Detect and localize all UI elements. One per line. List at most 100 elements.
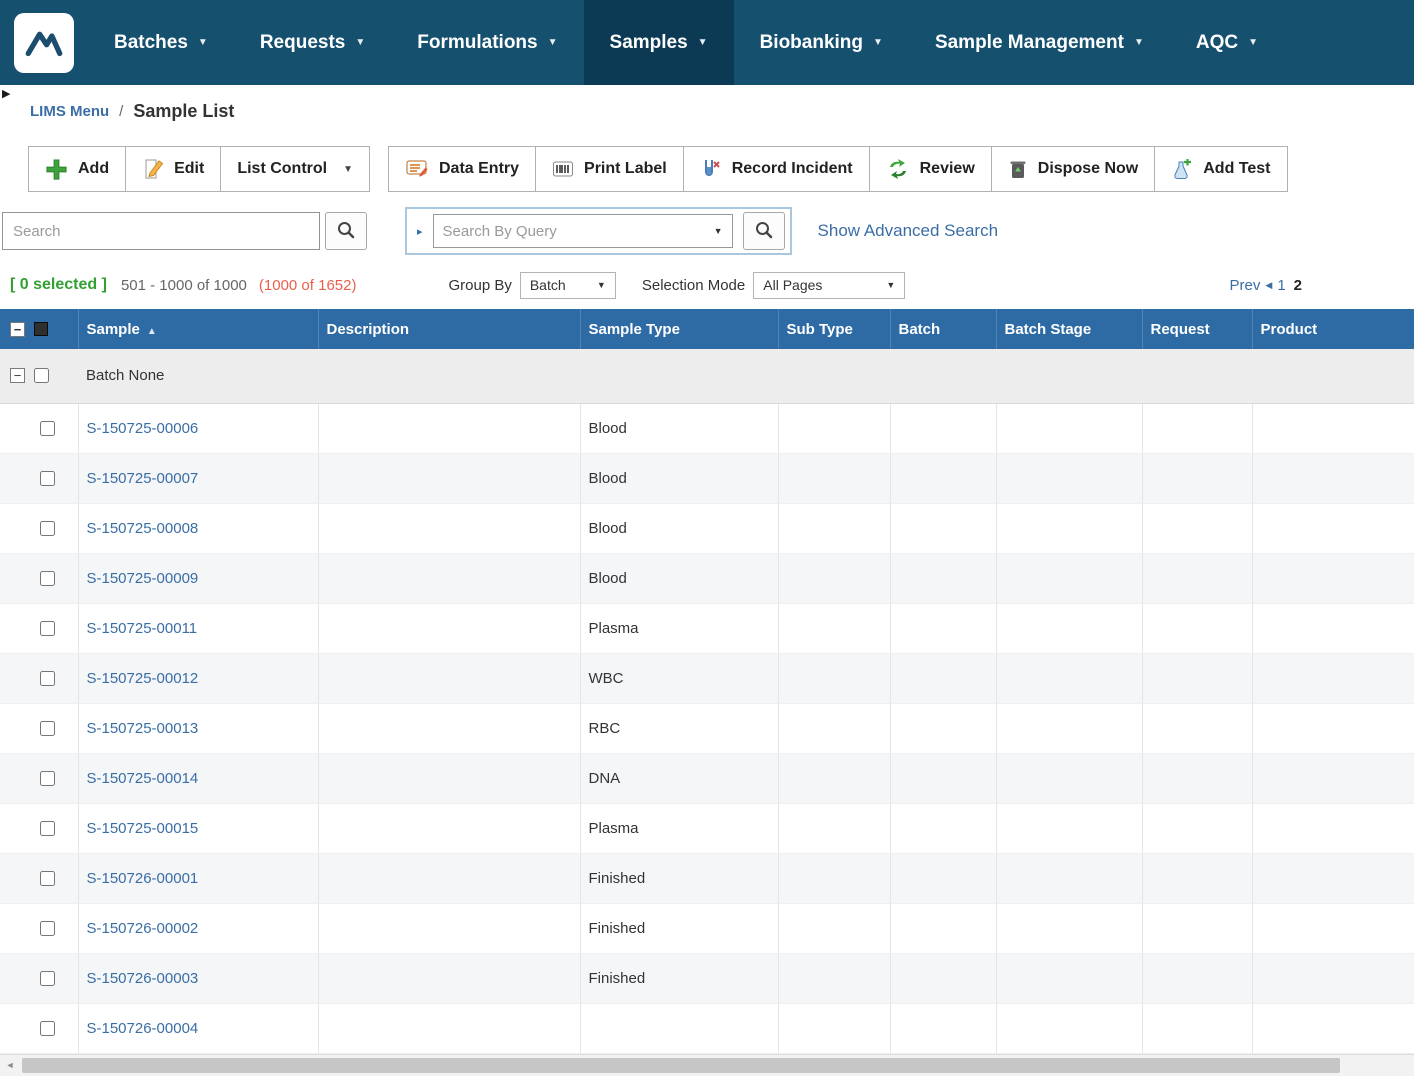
cell-product xyxy=(1252,853,1414,904)
cell-description xyxy=(318,853,581,904)
cell-sub-type xyxy=(778,953,891,1004)
app-logo[interactable] xyxy=(0,0,88,85)
nav-item-requests[interactable]: Requests ▼ xyxy=(234,0,391,85)
sample-link[interactable]: S-150726-00004 xyxy=(87,1020,199,1037)
review-button[interactable]: Review xyxy=(868,146,992,192)
row-checkbox[interactable] xyxy=(40,920,55,936)
cell-description xyxy=(318,453,581,504)
cell-sub-type xyxy=(778,803,891,854)
row-checkbox[interactable] xyxy=(40,1020,55,1036)
caret-down-icon: ▼ xyxy=(343,163,353,175)
sample-link[interactable]: S-150725-00006 xyxy=(87,420,199,437)
sample-link[interactable]: S-150725-00007 xyxy=(87,470,199,487)
cell-description xyxy=(318,403,581,454)
add-test-button[interactable]: Add Test xyxy=(1154,146,1288,192)
sample-link[interactable]: S-150726-00003 xyxy=(87,970,199,987)
scrollbar-thumb[interactable] xyxy=(22,1057,1340,1073)
edit-pencil-icon xyxy=(142,158,164,180)
cell-request xyxy=(1142,403,1253,454)
horizontal-scrollbar[interactable]: ◄ xyxy=(0,1053,1414,1076)
column-header-sample-type[interactable]: Sample Type xyxy=(580,309,779,349)
sample-link[interactable]: S-150725-00012 xyxy=(87,670,199,687)
query-search-button[interactable] xyxy=(742,212,785,250)
search-input[interactable] xyxy=(2,212,320,250)
scroll-left-icon[interactable]: ◄ xyxy=(0,1055,20,1076)
row-select-cell xyxy=(0,403,79,454)
cell-sample-type: Plasma xyxy=(580,803,779,854)
cell-batch xyxy=(890,953,997,1004)
caret-down-icon: ▼ xyxy=(1248,37,1258,48)
cell-product xyxy=(1252,453,1414,504)
cell-sample-type: Finished xyxy=(580,853,779,904)
row-checkbox[interactable] xyxy=(40,420,55,436)
sample-link[interactable]: S-150726-00001 xyxy=(87,870,199,887)
row-checkbox[interactable] xyxy=(40,870,55,886)
cell-request xyxy=(1142,603,1253,654)
breadcrumb-lims-menu-link[interactable]: LIMS Menu xyxy=(30,103,109,120)
row-select-cell xyxy=(0,603,79,654)
cell-sample: S-150725-00012 xyxy=(78,653,319,704)
nav-item-biobanking[interactable]: Biobanking ▼ xyxy=(734,0,909,85)
sample-link[interactable]: S-150725-00014 xyxy=(87,770,199,787)
row-checkbox[interactable] xyxy=(40,470,55,486)
advanced-search-link[interactable]: Show Advanced Search xyxy=(818,221,999,241)
list-control-button[interactable]: List Control ▼ xyxy=(220,146,370,192)
sample-link[interactable]: S-150725-00015 xyxy=(87,820,199,837)
print-label-button[interactable]: Print Label xyxy=(535,146,684,192)
collapse-all-icon[interactable]: − xyxy=(10,321,25,337)
row-checkbox[interactable] xyxy=(40,720,55,736)
cell-request xyxy=(1142,453,1253,504)
search-button[interactable] xyxy=(325,212,367,250)
column-header-sub-type[interactable]: Sub Type xyxy=(778,309,891,349)
cell-batch xyxy=(890,703,997,754)
cell-sample-type: Finished xyxy=(580,953,779,1004)
sample-link[interactable]: S-150726-00002 xyxy=(87,920,199,937)
page-1-link[interactable]: 1 xyxy=(1277,277,1285,294)
table-row: S-150726-00002 Finished xyxy=(0,903,1414,954)
query-expand-icon[interactable]: ▸ xyxy=(412,225,428,238)
nav-item-samples[interactable]: Samples ▼ xyxy=(583,0,734,85)
toolbar-group-edit: Add Edit List Control ▼ xyxy=(28,146,370,192)
column-header-sample[interactable]: Sample ▲ xyxy=(78,309,319,349)
sample-link[interactable]: S-150725-00011 xyxy=(87,620,198,637)
nav-item-sample-management[interactable]: Sample Management ▼ xyxy=(909,0,1170,85)
sample-link[interactable]: S-150725-00009 xyxy=(87,570,199,587)
row-checkbox[interactable] xyxy=(40,620,55,636)
sample-link[interactable]: S-150725-00013 xyxy=(87,720,199,737)
add-button[interactable]: Add xyxy=(28,146,127,192)
row-checkbox[interactable] xyxy=(40,670,55,686)
column-header-request[interactable]: Request xyxy=(1142,309,1253,349)
group-by-select[interactable]: Batch ▼ xyxy=(519,271,616,299)
cell-product xyxy=(1252,553,1414,604)
column-header-product[interactable]: Product xyxy=(1252,309,1414,349)
data-entry-button[interactable]: Data Entry xyxy=(388,146,537,192)
query-select[interactable]: Search By Query ▼ xyxy=(432,214,733,248)
selection-mode-select[interactable]: All Pages ▼ xyxy=(753,271,906,299)
nav-item-batches[interactable]: Batches ▼ xyxy=(88,0,234,85)
group-checkbox[interactable] xyxy=(34,368,49,384)
collapse-group-icon[interactable]: − xyxy=(10,368,25,384)
column-header-batch-stage[interactable]: Batch Stage xyxy=(996,309,1143,349)
row-checkbox[interactable] xyxy=(40,520,55,536)
prev-page-link[interactable]: Prev xyxy=(1230,277,1261,294)
sidebar-expand-icon[interactable]: ▶ xyxy=(2,87,10,100)
prev-arrow-icon[interactable]: ◀ xyxy=(1265,280,1272,291)
caret-down-icon: ▼ xyxy=(547,37,558,48)
select-all-checkbox[interactable] xyxy=(34,322,48,336)
table-row: S-150725-00009 Blood xyxy=(0,553,1414,604)
row-checkbox[interactable] xyxy=(40,570,55,586)
row-checkbox[interactable] xyxy=(40,970,55,986)
nav-item-formulations[interactable]: Formulations ▼ xyxy=(391,0,583,85)
row-checkbox[interactable] xyxy=(40,820,55,836)
cell-product xyxy=(1252,753,1414,804)
nav-item-aqc[interactable]: AQC ▼ xyxy=(1170,0,1284,85)
record-incident-button[interactable]: Record Incident xyxy=(682,146,870,192)
sample-link[interactable]: S-150725-00008 xyxy=(87,520,199,537)
column-header-description[interactable]: Description xyxy=(318,309,581,349)
cell-sub-type xyxy=(778,903,891,954)
column-header-batch[interactable]: Batch xyxy=(890,309,997,349)
dispose-now-button[interactable]: Dispose Now xyxy=(990,146,1156,192)
edit-button[interactable]: Edit xyxy=(125,146,222,192)
table-row: S-150725-00011 Plasma xyxy=(0,603,1414,654)
row-checkbox[interactable] xyxy=(40,770,55,786)
